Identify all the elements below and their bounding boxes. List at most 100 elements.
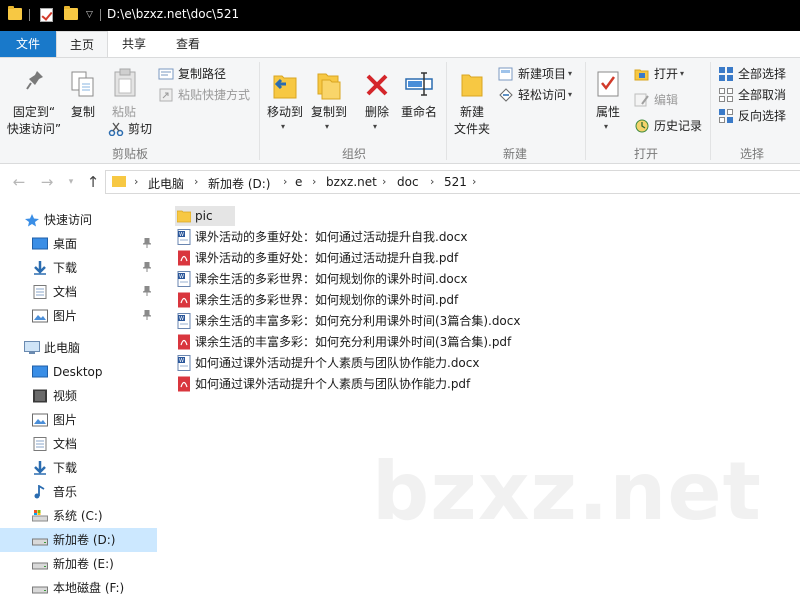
copy-path-button[interactable]: 复制路径 [156,64,226,84]
breadcrumb-doc[interactable]: doc [397,175,419,189]
forward-arrow-icon[interactable]: → [38,173,56,191]
ribbon-tabs: 文件 主页 共享 查看 [0,31,800,57]
pdf-document-icon [178,334,190,350]
edit-button[interactable]: 编辑 [632,90,678,110]
nav-documents-qa[interactable]: 文档 [0,280,157,304]
breadcrumb-chevron-icon[interactable]: › [430,175,434,188]
history-icon [635,119,649,133]
pdf-document-icon [178,292,190,308]
breadcrumb-chevron-icon[interactable]: › [472,175,476,188]
word-document-icon: W [177,229,191,245]
new-folder-quick-icon[interactable] [64,6,78,20]
nav-downloads-qa[interactable]: 下载 [0,256,157,280]
history-button[interactable]: 历史记录 [632,116,702,136]
file-item-docx[interactable]: W 如何通过课外活动提升个人素质与团队协作能力.docx [175,353,485,373]
organize-group-label: 组织 [341,147,366,161]
file-name: 如何通过课外活动提升个人素质与团队协作能力.pdf [195,377,471,391]
breadcrumb-521[interactable]: 521 [444,175,467,189]
file-item-pic[interactable]: pic [175,206,235,226]
breadcrumb-chevron-icon[interactable]: › [312,175,316,188]
nav-desktop-qa[interactable]: 桌面 [0,232,157,256]
tab-view[interactable]: 查看 [162,31,214,57]
group-separator [259,62,260,160]
invert-selection-button[interactable]: 反向选择 [716,106,786,126]
paste-shortcut-button[interactable]: 粘贴快捷方式 [156,85,250,105]
file-item-pdf[interactable]: 课外活动的多重好处：如何通过活动提升自我.pdf [175,248,475,268]
picture-icon [32,413,48,427]
open-button[interactable]: 打开 ▾ [632,64,684,84]
breadcrumb-this-pc[interactable]: 此电脑 [148,175,184,192]
file-item-docx[interactable]: W 课余生活的丰富多彩：如何充分利用课外时间(3篇合集).docx [175,311,525,331]
file-item-docx[interactable]: W 课外活动的多重好处：如何通过活动提升自我.docx [175,227,475,247]
pin-icon [26,71,43,90]
properties-quick-icon[interactable] [40,8,53,22]
pdf-document-icon [178,376,190,392]
customize-quick-access-icon[interactable]: ▽ [86,10,93,20]
new-folder-label: 新建 文件夹 [453,105,490,136]
paste-shortcut-label: 粘贴快捷方式 [178,88,251,102]
nav-documents-label: 文档 [53,437,78,451]
recent-locations-chevron-icon[interactable]: ▾ [62,173,80,191]
nav-videos[interactable]: 视频 [0,384,157,408]
move-to-dropdown-icon: ▾ [281,122,286,131]
nav-this-pc[interactable]: 此电脑 [0,336,157,360]
tab-home[interactable]: 主页 [56,31,108,57]
document-icon [33,437,47,451]
tab-file[interactable]: 文件 [0,31,56,57]
file-name: pic [195,209,213,223]
nav-downloads[interactable]: 下载 [0,456,157,480]
open-label: 打开 [654,67,679,81]
tab-share[interactable]: 共享 [110,31,158,57]
file-item-pdf[interactable]: 课余生活的多彩世界：如何规划你的课外时间.pdf [175,290,475,310]
pin-icon [143,238,151,248]
nav-drive-e[interactable]: 新加卷 (E:) [0,552,157,576]
breadcrumb-chevron-icon[interactable]: › [382,175,386,188]
nav-desktop[interactable]: Desktop [0,360,157,384]
file-item-docx[interactable]: W 课余生活的多彩世界：如何规划你的课外时间.docx [175,269,475,289]
easy-access-button[interactable]: 轻松访问 ▾ [496,85,572,105]
nav-pictures[interactable]: 图片 [0,408,157,432]
watermark: bzxz.net [372,445,762,538]
file-item-pdf[interactable]: 如何通过课外活动提升个人素质与团队协作能力.pdf [175,374,485,394]
breadcrumb-chevron-icon[interactable]: › [134,175,138,188]
move-to-icon [273,75,297,99]
breadcrumb-chevron-icon[interactable]: › [194,175,198,188]
nav-drive-d[interactable]: 新加卷 (D:) [0,528,157,552]
nav-downloads-label: 下载 [53,261,78,275]
breadcrumb-bzxz[interactable]: bzxz.net [326,175,377,189]
folder-icon[interactable] [8,6,22,20]
breadcrumb-chevron-icon[interactable]: › [283,175,287,188]
nav-desktop-label: Desktop [53,365,103,379]
nav-drive-f[interactable]: 本地磁盘 (F:) [0,576,157,600]
delete-icon [366,74,388,96]
system-drive-icon [32,510,48,522]
new-folder-icon [461,74,483,97]
invert-selection-icon [719,109,733,123]
new-item-button[interactable]: 新建项目 ▾ [496,64,572,84]
delete-dropdown-icon: ▾ [373,122,378,131]
select-none-button[interactable]: 全部取消 [716,85,786,105]
nav-drive-c[interactable]: 系统 (C:) [0,504,157,528]
desktop-icon [32,365,48,378]
edit-label: 编辑 [654,93,679,107]
drive-icon [32,562,48,570]
nav-quick-access[interactable]: 快速访问 [0,208,157,232]
breadcrumb-drive-d[interactable]: 新加卷 (D:) [208,175,270,192]
breadcrumb-e[interactable]: e [295,175,302,189]
cut-button[interactable]: 剪切 [106,119,152,139]
file-name: 课余生活的多彩世界：如何规划你的课外时间.pdf [195,293,459,307]
nav-drive-c-label: 系统 (C:) [53,509,103,523]
select-all-button[interactable]: 全部选择 [716,64,786,84]
nav-documents[interactable]: 文档 [0,432,157,456]
document-icon [33,285,47,299]
video-icon [33,389,47,403]
address-bar[interactable]: › 此电脑 › 新加卷 (D:) › e › bzxz.net › doc › … [105,170,800,194]
nav-pictures-qa[interactable]: 图片 [0,304,157,328]
new-item-icon [498,67,513,81]
properties-icon [597,71,619,97]
desktop-icon [32,237,48,250]
back-arrow-icon[interactable]: ← [10,173,28,191]
nav-music[interactable]: 音乐 [0,480,157,504]
up-arrow-icon[interactable]: ↑ [84,173,102,191]
file-item-pdf[interactable]: 课余生活的丰富多彩：如何充分利用课外时间(3篇合集).pdf [175,332,525,352]
